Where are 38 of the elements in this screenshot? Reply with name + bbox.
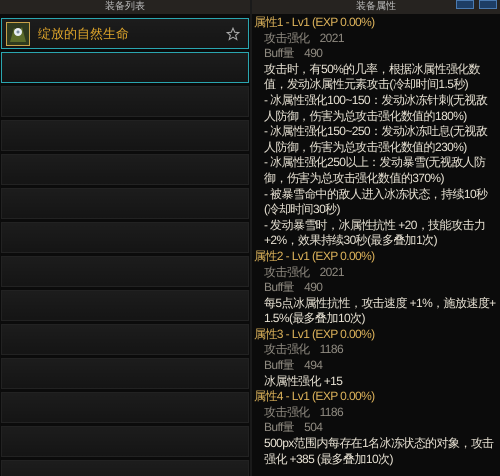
effect-text: 500px范围内每存在1名冰冻状态的对象，攻击强化 +385 (最多叠加10次) (263, 436, 495, 468)
stat-value: 2021 (320, 30, 344, 46)
empty-slot[interactable] (1, 52, 249, 83)
window-icon[interactable] (479, 0, 497, 9)
attribute-title: 属性2 - Lv1 (EXP 0.00%) (254, 248, 376, 264)
stat-value: 490 (304, 280, 322, 296)
effect-text: - 发动暴雪时，冰属性抗性 +20，技能攻击力 +2%，效果持续30秒(最多叠加1次) (263, 218, 486, 249)
stat-value: 1186 (320, 404, 344, 420)
star-icon[interactable] (226, 26, 240, 40)
header-title: 装备列表 (105, 0, 145, 14)
item-name: 绽放的自然生命 (38, 24, 130, 43)
effect-text: 攻击时，有50%的几率，根据冰属性强化数值，发动冰属性元素攻击(冷却时间1.5秒) (263, 62, 482, 93)
effect-text: - 冰属性强化100~150：发动冰冻针刺(无视敌人防御，伤害为总攻击强化数值的180%) (263, 92, 488, 124)
effect-text: - 冰属性强化150~250：发动冰冻吐息(无视敌人防御，伤害为总攻击强化数值的230%) (263, 124, 488, 156)
stat-value: 494 (304, 358, 322, 374)
effect-text: - 冰属性强化250以上：发动暴雪(无视敌人防御，伤害为总攻击强化数值的370%) (263, 155, 487, 187)
stat-value: 490 (304, 46, 322, 62)
stat-label: 攻击强化 (264, 30, 310, 46)
stat-label: Buff量 (264, 280, 294, 296)
stat-label: Buff量 (264, 420, 294, 436)
header-title: 装备属性 (356, 0, 396, 14)
item-icon (6, 22, 30, 46)
effect-text: 每5点冰属性抗性，攻击速度 +1%，施放速度+ 1.5%(最多叠加10次) (263, 296, 497, 327)
stat-label: 攻击强化 (264, 342, 310, 358)
equipment-slot[interactable]: 绽放的自然生命 (1, 18, 249, 49)
attribute-title: 属性4 - Lv1 (EXP 0.00%) (254, 389, 376, 405)
effect-text: 冰属性强化 +15 (263, 374, 344, 390)
attribute-title: 属性3 - Lv1 (EXP 0.00%) (254, 326, 376, 342)
stat-label: 攻击强化 (264, 264, 310, 280)
attribute-title: 属性1 - Lv1 (EXP 0.00%) (254, 15, 376, 31)
stat-value: 2021 (320, 264, 344, 280)
stat-label: Buff量 (264, 46, 294, 62)
window-icon[interactable] (456, 0, 474, 9)
stat-value: 1186 (320, 342, 344, 358)
stat-label: Buff量 (264, 358, 294, 374)
stat-value: 504 (304, 420, 322, 436)
effect-text: - 被暴雪命中的敌人进入冰冻状态，持续10秒(冷却时间30秒) (263, 186, 489, 218)
stat-label: 攻击强化 (264, 404, 310, 420)
